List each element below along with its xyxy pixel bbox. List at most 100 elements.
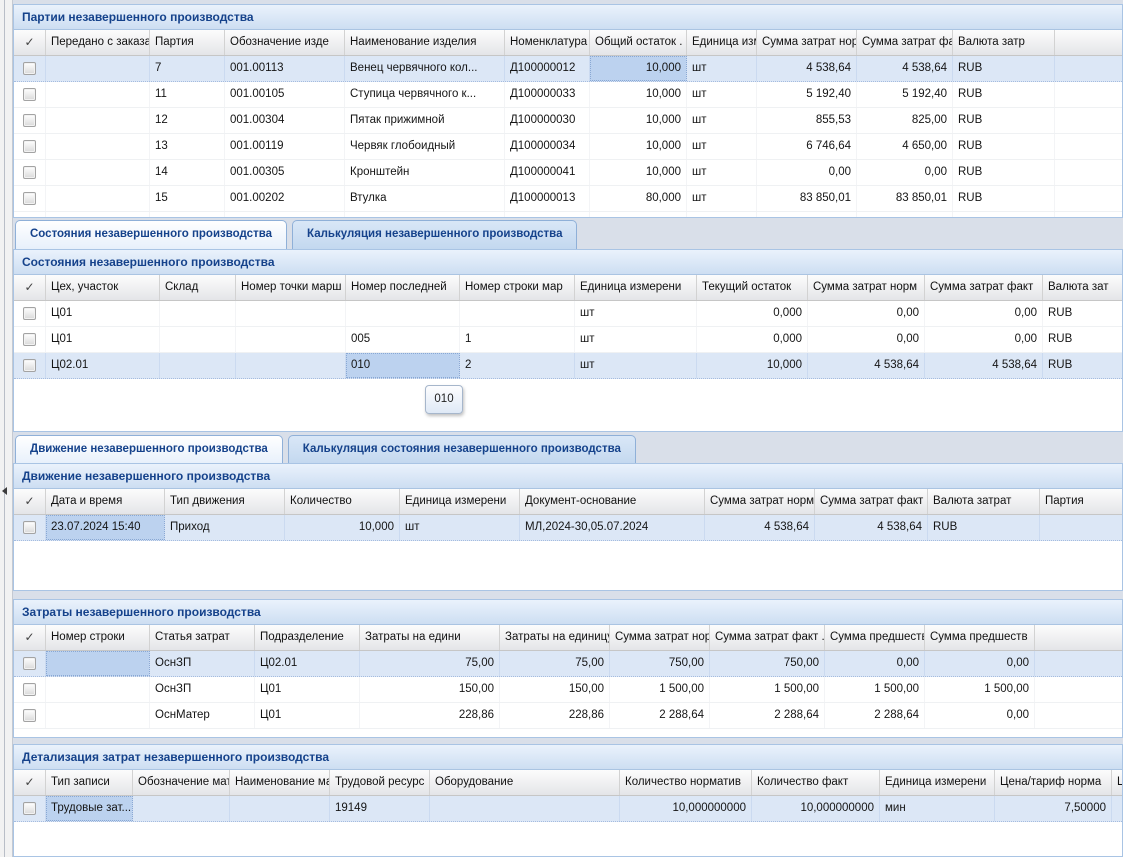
column-header[interactable]: Количество норматив — [620, 770, 752, 795]
column-header[interactable]: Номер точки марш — [236, 275, 346, 300]
grid-cell[interactable] — [46, 651, 150, 676]
grid-cell[interactable]: 10,000000000 — [752, 796, 880, 821]
grid-cell[interactable]: шт — [687, 212, 757, 218]
grid-cell[interactable]: ОснЗП — [150, 677, 255, 702]
grid-cell[interactable]: 10,000000000 — [620, 796, 752, 821]
grid-cell[interactable]: RUB — [928, 515, 1040, 540]
grid-cell[interactable]: RUB — [1043, 353, 1123, 378]
table-row[interactable]: 14001.00305КронштейнД10000004110,000шт0,… — [14, 160, 1122, 186]
select-all-header[interactable]: ✓ — [14, 275, 46, 300]
grid-cell[interactable]: 7,50000 — [995, 796, 1112, 821]
grid-cell[interactable]: 0,00 — [925, 703, 1035, 728]
table-row[interactable]: 15001.00202ВтулкаД10000001380,000шт83 85… — [14, 186, 1122, 212]
grid-cell[interactable]: 12 — [150, 108, 225, 133]
row-checkbox[interactable] — [23, 88, 36, 101]
column-header[interactable]: Общий остаток . — [590, 30, 687, 55]
row-checkbox[interactable] — [23, 709, 36, 722]
grid-cell[interactable]: Венец червячного кол... — [345, 56, 505, 81]
grid-cell[interactable]: Кронштейн — [345, 160, 505, 185]
grid-cell[interactable]: RUB — [953, 160, 1055, 185]
grid-cell[interactable]: 83 850,01 — [857, 186, 953, 211]
grid-cell[interactable]: 4 538,64 — [815, 515, 928, 540]
grid-cell[interactable]: Д100000034 — [505, 134, 590, 159]
column-header[interactable]: Тип движения — [165, 489, 285, 514]
select-all-header[interactable]: ✓ — [14, 30, 46, 55]
grid-cell[interactable]: 0,00 — [857, 160, 953, 185]
column-header[interactable]: Склад — [160, 275, 236, 300]
grid-cell[interactable]: 2 048,00 — [757, 212, 857, 218]
row-checkbox[interactable] — [23, 307, 36, 320]
grid-cell[interactable] — [46, 134, 150, 159]
grid-cell[interactable]: шт — [687, 186, 757, 211]
grid-cell[interactable]: RUB — [953, 82, 1055, 107]
grid-cell[interactable]: RUB — [953, 134, 1055, 159]
row-checkbox[interactable] — [23, 683, 36, 696]
column-header[interactable]: Затраты на единицу — [500, 625, 610, 650]
grid-cell[interactable]: 4 538,64 — [808, 353, 925, 378]
table-row[interactable]: 11001.00105Ступица червячного к...Д10000… — [14, 82, 1122, 108]
grid-cell[interactable]: 001.00305 — [225, 160, 345, 185]
table-row[interactable]: 12001.00304Пятак прижимнойД10000003010,0… — [14, 108, 1122, 134]
grid-cell[interactable]: Червяк глобоидный — [345, 134, 505, 159]
grid-cell[interactable]: Д100000030 — [505, 108, 590, 133]
grid-cell[interactable] — [160, 327, 236, 352]
grid-cell[interactable]: Д100000013 — [505, 186, 590, 211]
table-row[interactable]: Ц010051шт0,0000,000,00RUB — [14, 327, 1122, 353]
grid-cell[interactable]: 80,000 — [590, 186, 687, 211]
grid-cell[interactable]: RUB — [953, 108, 1055, 133]
grid-cell[interactable] — [1040, 515, 1123, 540]
table-row[interactable]: 21001.00401Крепление фланцевоеД100000018… — [14, 212, 1122, 218]
row-checkbox[interactable] — [23, 521, 36, 534]
grid-cell[interactable]: шт — [400, 515, 520, 540]
grid-cell[interactable]: Ц01 — [255, 703, 360, 728]
table-row[interactable]: ОснЗПЦ01150,00150,001 500,001 500,001 50… — [14, 677, 1122, 703]
grid-cell[interactable]: 10,000 — [697, 353, 808, 378]
grid-cell[interactable] — [1112, 796, 1123, 821]
table-row[interactable]: Трудовые зат...1914910,00000000010,00000… — [14, 796, 1122, 822]
grid-cell[interactable] — [230, 796, 330, 821]
grid-cell[interactable]: Ступица червячного к... — [345, 82, 505, 107]
grid-cell[interactable]: 1 — [460, 327, 575, 352]
column-header[interactable]: Валюта затрат — [928, 489, 1040, 514]
grid-cell[interactable]: Д100000018 — [505, 212, 590, 218]
grid-cell[interactable]: Ц02.01 — [46, 353, 160, 378]
column-header[interactable]: Подразделение — [255, 625, 360, 650]
grid-cell[interactable]: 750,00 — [610, 651, 710, 676]
select-all-header[interactable]: ✓ — [14, 770, 46, 795]
grid-cell[interactable]: 21 — [150, 212, 225, 218]
grid-cell[interactable]: 0,00 — [925, 327, 1043, 352]
column-header[interactable]: Номер последней — [346, 275, 460, 300]
grid-cell[interactable]: 0,000 — [697, 327, 808, 352]
grid-cell[interactable]: RUB — [953, 56, 1055, 81]
grid-cell[interactable]: 0,00 — [925, 301, 1043, 326]
column-header[interactable]: Количество — [285, 489, 400, 514]
grid-cell[interactable]: ОснМатер — [150, 703, 255, 728]
column-header[interactable]: Передано с заказа — [46, 30, 150, 55]
row-checkbox[interactable] — [23, 802, 36, 815]
grid-cell[interactable]: 2 048,00 — [857, 212, 953, 218]
table-row[interactable]: 7001.00113Венец червячного кол...Д100000… — [14, 56, 1122, 82]
grid-cell[interactable] — [46, 108, 150, 133]
column-header[interactable]: Затраты на едини — [360, 625, 500, 650]
grid-cell[interactable]: шт — [687, 108, 757, 133]
column-header[interactable]: Сумма затрат норм — [705, 489, 815, 514]
column-header[interactable]: Валюта затр — [953, 30, 1055, 55]
column-header[interactable]: Сумма затрат норм — [808, 275, 925, 300]
grid-cell[interactable]: 005 — [346, 327, 460, 352]
grid-cell[interactable]: Ц01 — [255, 677, 360, 702]
grid-cell[interactable]: шт — [687, 82, 757, 107]
grid-cell[interactable]: 23.07.2024 15:40 — [46, 515, 165, 540]
grid-cell[interactable]: Приход — [165, 515, 285, 540]
column-header[interactable]: Трудовой ресурс — [330, 770, 430, 795]
grid-cell[interactable]: Д100000041 — [505, 160, 590, 185]
grid-cell[interactable]: шт — [575, 301, 697, 326]
grid-cell[interactable]: 10,000 — [590, 134, 687, 159]
grid-cell[interactable]: 010 — [346, 353, 460, 378]
grid-cell[interactable]: 15 — [150, 186, 225, 211]
grid-cell[interactable] — [236, 353, 346, 378]
column-header[interactable]: Партия — [150, 30, 225, 55]
select-all-header[interactable]: ✓ — [14, 489, 46, 514]
grid-cell[interactable]: Ц01 — [46, 301, 160, 326]
grid-cell[interactable]: шт — [687, 160, 757, 185]
grid-cell[interactable]: 0,00 — [825, 651, 925, 676]
